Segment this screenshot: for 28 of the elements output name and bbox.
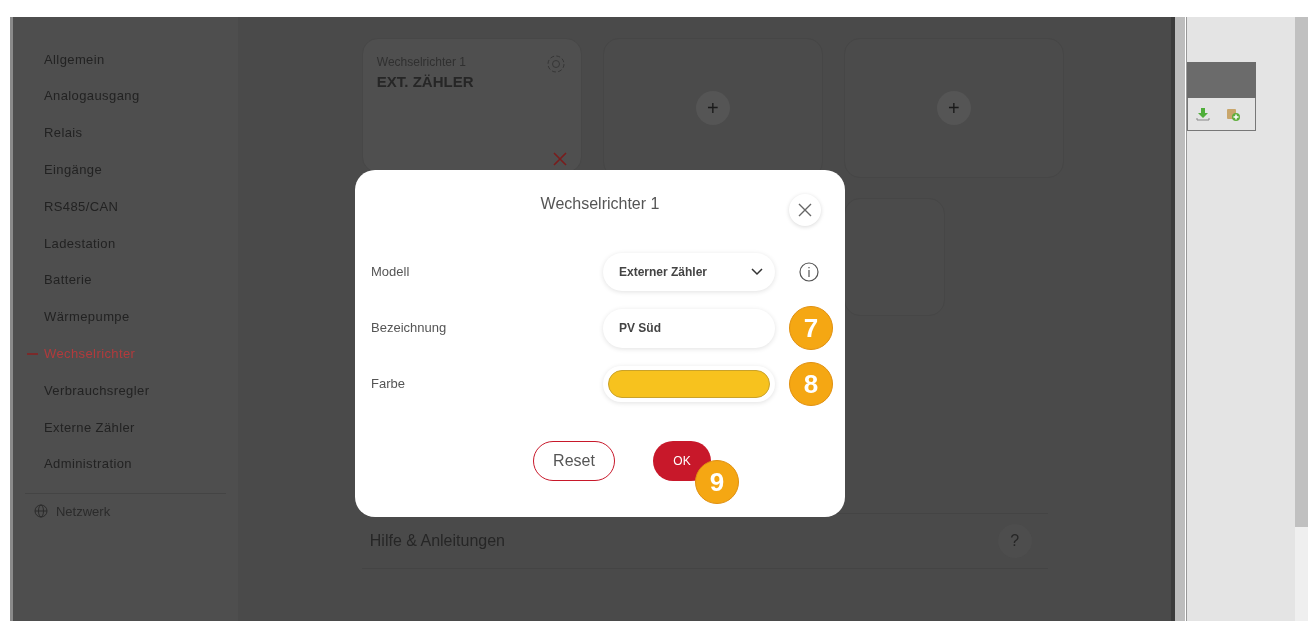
- step-badge: 8: [789, 362, 833, 406]
- step-badge: 9: [695, 460, 739, 504]
- ok-button[interactable]: OK: [653, 441, 711, 481]
- splitter-bar[interactable]: [1175, 17, 1186, 621]
- add-symbol: +: [936, 91, 971, 125]
- info-icon[interactable]: [799, 262, 819, 282]
- chevron-down-icon: [751, 268, 763, 276]
- model-select[interactable]: Externer Zähler: [603, 253, 775, 291]
- scrollbar-thumb[interactable]: [1295, 17, 1308, 527]
- input-field[interactable]: PV Süd: [603, 308, 775, 348]
- delete-icon[interactable]: [552, 152, 567, 166]
- active-marker: [27, 353, 38, 355]
- step-badge: 7: [789, 306, 833, 350]
- add-package-icon[interactable]: [1225, 106, 1242, 122]
- reset-button[interactable]: Reset: [533, 441, 615, 481]
- add-card[interactable]: +: [843, 38, 1064, 178]
- sidebar-item[interactable]: Wechselrichter: [44, 344, 136, 364]
- close-button[interactable]: [789, 194, 821, 226]
- close-icon: [798, 203, 812, 217]
- download-icon[interactable]: [1195, 106, 1212, 122]
- globe-icon: [34, 504, 48, 519]
- field-label: Bezeichnung: [371, 319, 448, 338]
- dialog-title: Wechselrichter 1: [540, 194, 660, 214]
- field-label: Farbe: [371, 375, 406, 394]
- empty-card[interactable]: [843, 198, 945, 316]
- add-symbol: +: [695, 91, 730, 125]
- field-label: Modell: [371, 263, 411, 282]
- settings-icon[interactable]: [544, 53, 567, 75]
